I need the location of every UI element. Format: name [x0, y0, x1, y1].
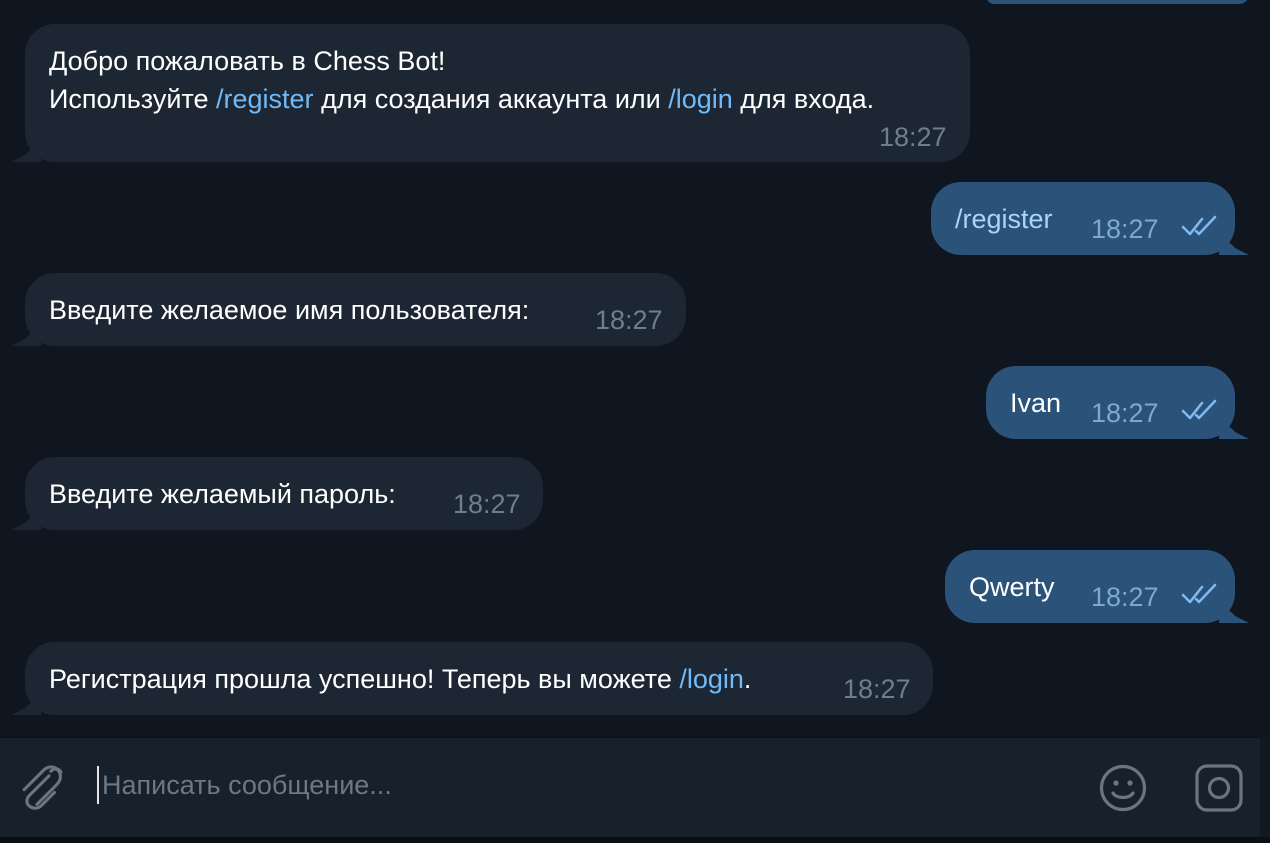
message-text: Регистрация прошла успешно! Теперь вы мо…: [49, 664, 680, 694]
message-bubble-welcome[interactable]: Добро пожаловать в Chess Bot! Используйт…: [25, 24, 970, 162]
double-check-icon: [1181, 583, 1217, 604]
message-text: Ivan: [1010, 388, 1062, 418]
message-text: Используйте: [49, 84, 217, 114]
message-text-line: Добро пожаловать в Chess Bot!: [49, 42, 445, 80]
message-text: Qwerty: [969, 572, 1055, 602]
message-time: 18:27: [879, 122, 947, 152]
login-command-link[interactable]: /login: [679, 664, 744, 694]
message-bubble-outgoing[interactable]: Qwerty 18:27: [945, 550, 1235, 623]
message-text: /register: [955, 200, 1053, 238]
double-check-icon: [1181, 399, 1217, 420]
scrollbar-track: [1260, 737, 1270, 837]
message-text: для создания аккаунта или: [313, 84, 669, 114]
message-bubble-username-prompt[interactable]: Введите желаемое имя пользователя: 18:27: [25, 273, 686, 346]
message-text-line: Используйте /register для создания аккау…: [49, 80, 874, 118]
register-command-link[interactable]: /register: [216, 84, 314, 114]
text-caret: [97, 766, 99, 804]
message-bubble-registration-success[interactable]: Регистрация прошла успешно! Теперь вы мо…: [25, 642, 933, 715]
message-input[interactable]: [102, 762, 1062, 808]
welcome-title: Добро пожаловать в Chess Bot!: [49, 46, 446, 76]
message-text: .: [743, 664, 752, 694]
message-text: для входа.: [732, 84, 875, 114]
message-time: 18:27: [453, 489, 521, 519]
message-time: 18:27: [1091, 582, 1159, 612]
message-text: Введите желаемое имя пользователя:: [49, 295, 530, 325]
previous-message-bubble: [985, 0, 1249, 4]
message-text-line: Регистрация прошла успешно! Теперь вы мо…: [49, 660, 751, 698]
window-bottom-edge: [0, 837, 1270, 843]
register-command-link[interactable]: /register: [955, 204, 1053, 234]
message-bubble-password-prompt[interactable]: Введите желаемый пароль: 18:27: [25, 457, 543, 530]
paperclip-icon[interactable]: [18, 763, 68, 815]
message-time: 18:27: [1091, 214, 1159, 244]
chat-area: Добро пожаловать в Chess Bot! Используйт…: [0, 0, 1270, 737]
message-time: 18:27: [595, 305, 663, 335]
double-check-icon: [1181, 215, 1217, 236]
login-command-link[interactable]: /login: [668, 84, 733, 114]
message-time: 18:27: [843, 674, 911, 704]
message-bubble-outgoing[interactable]: Ivan 18:27: [986, 366, 1235, 439]
camera-icon[interactable]: [1193, 762, 1245, 814]
message-bubble-outgoing[interactable]: /register 18:27: [931, 182, 1235, 255]
message-time: 18:27: [1091, 398, 1159, 428]
emoji-icon[interactable]: [1097, 762, 1149, 814]
message-text: Введите желаемый пароль:: [49, 479, 396, 509]
